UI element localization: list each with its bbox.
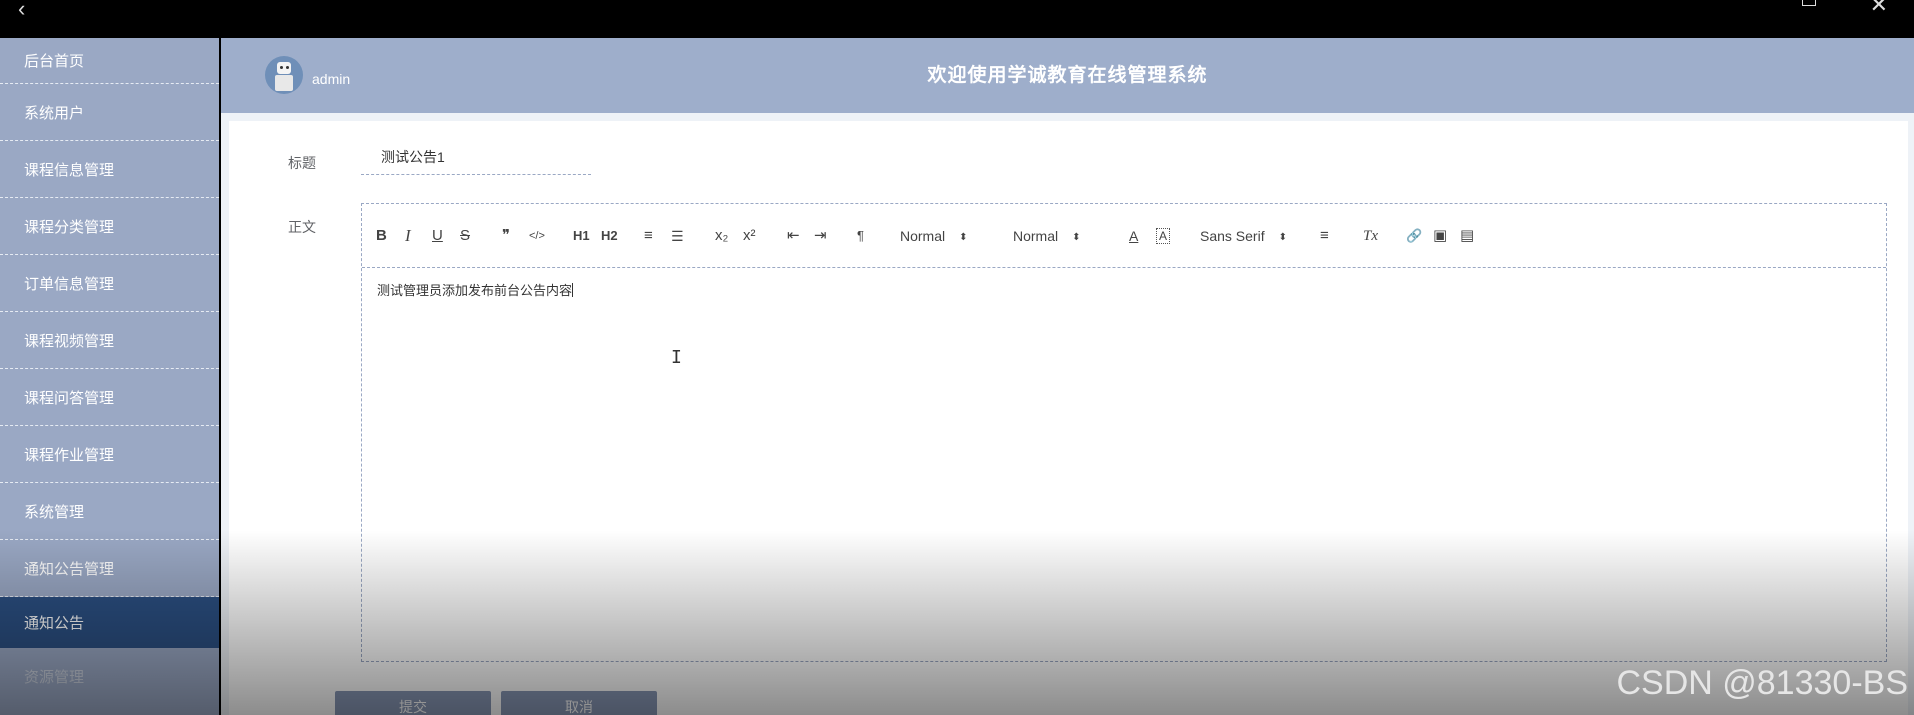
- link-icon[interactable]: 🔗: [1406, 226, 1422, 246]
- header-select[interactable]: Normal ⬍: [1013, 226, 1081, 246]
- h2-button[interactable]: H2: [601, 226, 618, 246]
- editor-toolbar: B I U S ❞ </> H1 H2 ≡ ☰ x₂ x² ⇤ ⇥ ¶ Norm…: [362, 204, 1886, 268]
- rich-text-editor: B I U S ❞ </> H1 H2 ≡ ☰ x₂ x² ⇤ ⇥ ¶ Norm…: [361, 203, 1887, 662]
- strike-button[interactable]: S: [460, 226, 470, 246]
- bold-button[interactable]: B: [376, 226, 387, 246]
- top-header: admin 欢迎使用学诚教育在线管理系统: [221, 38, 1914, 113]
- title-label: 标题: [288, 155, 316, 171]
- sidebar: 后台首页 系统用户 课程信息管理 课程分类管理 订单信息管理 课程视频管理 课程…: [0, 38, 219, 715]
- font-select-value: Sans Serif: [1200, 228, 1265, 244]
- body-label: 正文: [288, 219, 316, 235]
- sidebar-item-orders[interactable]: 订单信息管理: [0, 255, 219, 312]
- sidebar-item-course-video[interactable]: 课程视频管理: [0, 312, 219, 369]
- chevron-updown-icon: ⬍: [959, 232, 968, 243]
- image-icon[interactable]: ▣: [1433, 226, 1447, 246]
- bullet-list-button[interactable]: ☰: [671, 226, 684, 246]
- indent-button[interactable]: ⇥: [814, 226, 827, 246]
- editor-content[interactable]: 测试管理员添加发布前台公告内容: [362, 268, 1886, 311]
- background-color-button[interactable]: A: [1156, 228, 1171, 244]
- size-select[interactable]: Normal ⬍: [900, 226, 968, 246]
- code-button[interactable]: </>: [529, 226, 545, 246]
- watermark: CSDN @81330-BS: [1616, 664, 1908, 702]
- back-icon[interactable]: ‹: [18, 0, 25, 22]
- title-input[interactable]: 测试公告1: [361, 139, 591, 175]
- align-button[interactable]: ≡: [1320, 226, 1329, 246]
- sidebar-item-course-qa[interactable]: 课程问答管理: [0, 369, 219, 426]
- close-icon[interactable]: ✕: [1870, 0, 1888, 18]
- mouse-cursor-icon: I: [671, 347, 682, 368]
- window-titlebar: ‹ ✕: [0, 0, 1914, 38]
- sidebar-item-course-category[interactable]: 课程分类管理: [0, 198, 219, 255]
- cancel-button[interactable]: 取消: [501, 691, 657, 715]
- sidebar-item-course-homework[interactable]: 课程作业管理: [0, 426, 219, 483]
- superscript-button[interactable]: x²: [743, 226, 756, 246]
- editor-text: 测试管理员添加发布前台公告内容: [377, 283, 573, 298]
- h1-button[interactable]: H1: [573, 226, 590, 246]
- subscript-button[interactable]: x₂: [715, 226, 728, 246]
- sidebar-item-system-users[interactable]: 系统用户: [0, 84, 219, 141]
- main-area: 标题 测试公告1 正文 B I U S ❞ </> H1 H2 ≡ ☰ x₂ x…: [221, 113, 1914, 715]
- ordered-list-button[interactable]: ≡: [644, 226, 653, 246]
- text-color-button[interactable]: A: [1129, 226, 1138, 246]
- notice-form: 标题 测试公告1 正文 B I U S ❞ </> H1 H2 ≡ ☰ x₂ x…: [229, 121, 1908, 715]
- underline-button[interactable]: U: [432, 226, 443, 246]
- sidebar-item-resources[interactable]: 资源管理: [0, 648, 219, 705]
- page-title: 欢迎使用学诚教育在线管理系统: [927, 65, 1208, 86]
- clean-format-button[interactable]: Tx: [1363, 226, 1378, 246]
- submit-button[interactable]: 提交: [335, 691, 491, 715]
- sidebar-item-home[interactable]: 后台首页: [0, 38, 219, 84]
- font-select[interactable]: Sans Serif ⬍: [1200, 226, 1287, 246]
- chevron-updown-icon: ⬍: [1072, 232, 1081, 243]
- restore-icon[interactable]: [1802, 0, 1816, 6]
- sidebar-item-notice-manage[interactable]: 通知公告管理: [0, 540, 219, 597]
- sidebar-item-notice[interactable]: 通知公告: [0, 597, 219, 648]
- sidebar-item-course-info[interactable]: 课程信息管理: [0, 141, 219, 198]
- text-caret: [572, 283, 574, 297]
- outdent-button[interactable]: ⇤: [787, 226, 800, 246]
- italic-button[interactable]: I: [405, 226, 411, 246]
- header-select-value: Normal: [1013, 228, 1059, 244]
- sidebar-item-system-manage[interactable]: 系统管理: [0, 483, 219, 540]
- blockquote-button[interactable]: ❞: [502, 226, 510, 246]
- chevron-updown-icon: ⬍: [1278, 232, 1287, 243]
- direction-button[interactable]: ¶: [857, 226, 864, 246]
- video-icon[interactable]: ▤: [1460, 226, 1474, 246]
- size-select-value: Normal: [900, 228, 946, 244]
